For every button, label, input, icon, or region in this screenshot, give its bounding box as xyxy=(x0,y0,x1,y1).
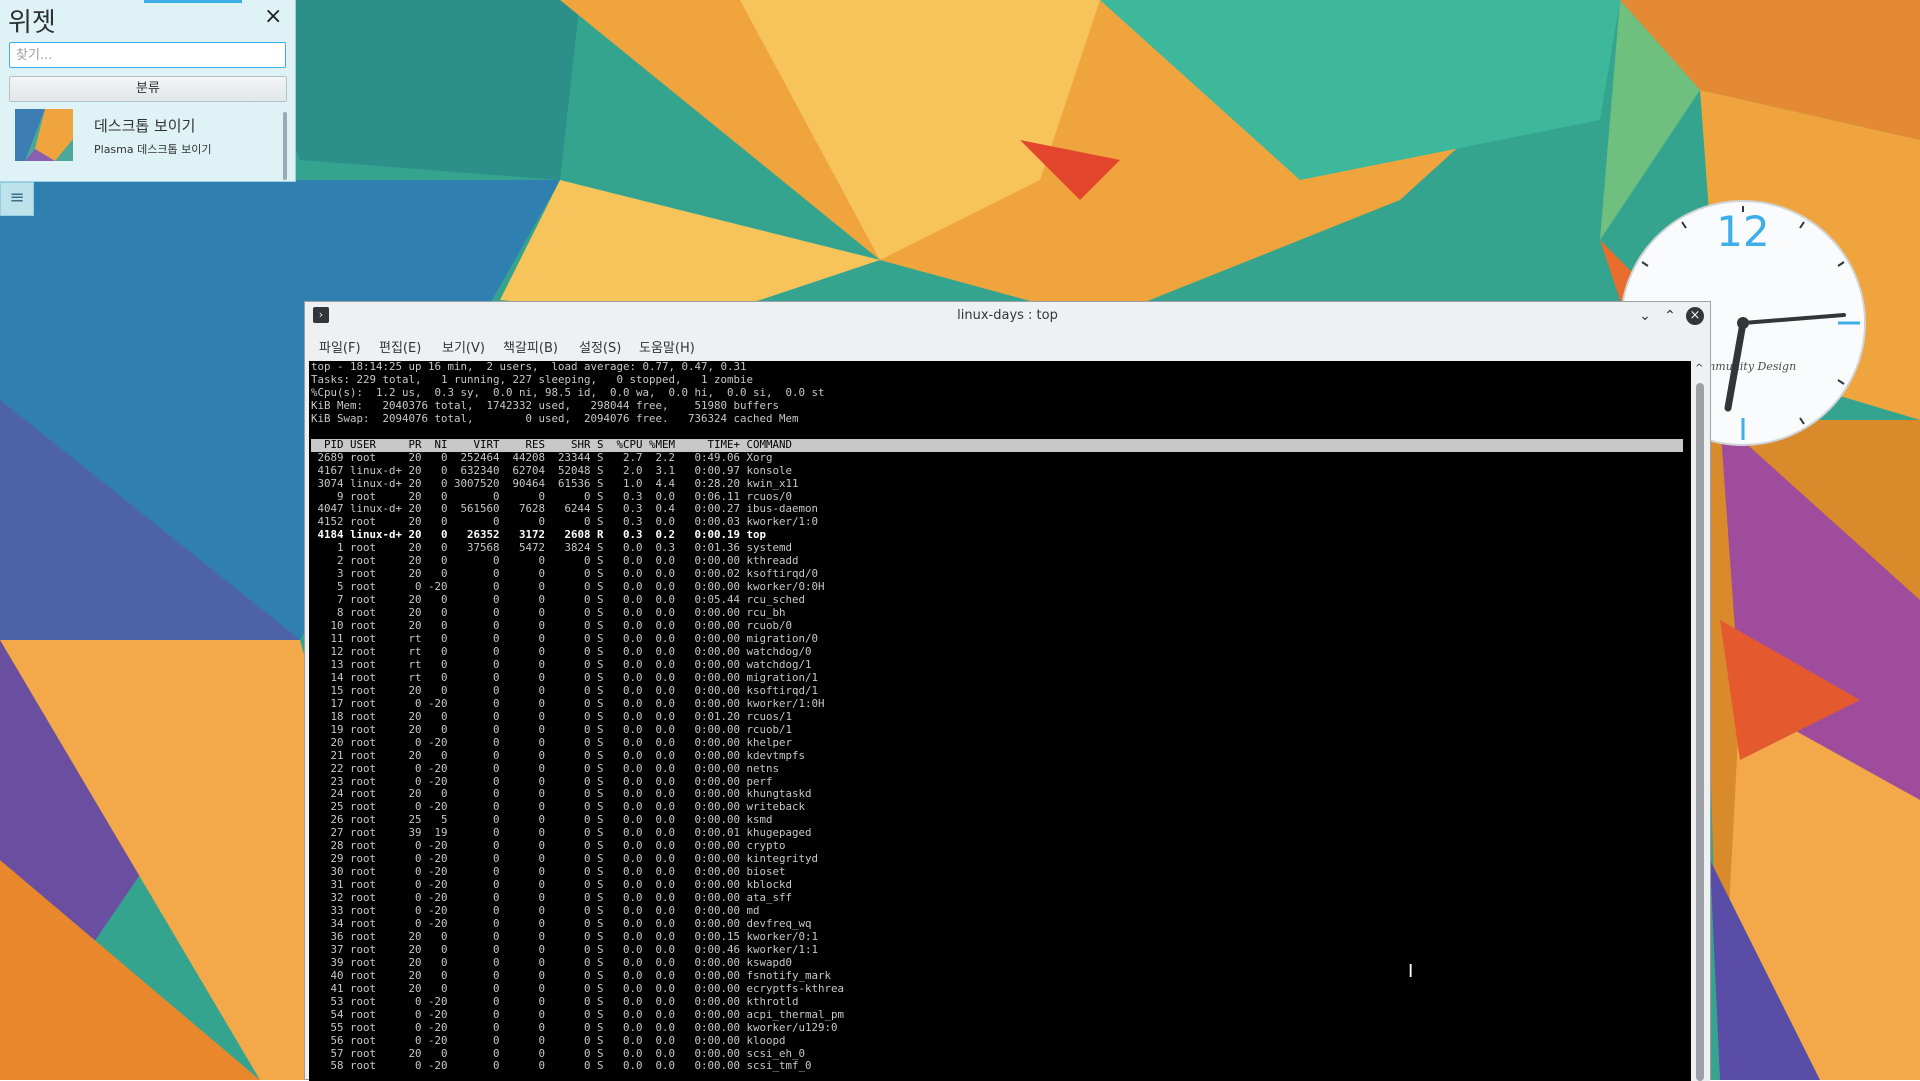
top-summary: top - 18:14:25 up 16 min, 2 users, load … xyxy=(309,361,1691,426)
widget-item-name: 데스크톱 보이기 xyxy=(94,117,196,135)
table-row: 2 root 20 0 0 0 0 S 0.0 0.0 0:00.00 kthr… xyxy=(311,554,799,568)
table-row: 25 root 0 -20 0 0 0 S 0.0 0.0 0:00.00 wr… xyxy=(311,800,806,814)
maximize-icon[interactable]: ⌃ xyxy=(1661,307,1679,325)
summary-line: Tasks: 229 total, 1 running, 227 sleepin… xyxy=(311,372,754,386)
table-row: 33 root 0 -20 0 0 0 S 0.0 0.0 0:00.00 md xyxy=(311,904,760,918)
table-row: 7 root 20 0 0 0 0 S 0.0 0.0 0:05.44 rcu_… xyxy=(311,593,806,607)
panel-accent-strip xyxy=(144,0,242,3)
table-row: 24 root 20 0 0 0 0 S 0.0 0.0 0:00.00 khu… xyxy=(311,787,812,801)
scrollbar-thumb[interactable] xyxy=(1696,383,1704,1081)
table-row: 13 root rt 0 0 0 0 S 0.0 0.0 0:00.00 wat… xyxy=(311,657,812,671)
table-row: 4152 root 20 0 0 0 0 S 0.3 0.0 0:00.03 k… xyxy=(311,515,819,529)
terminal-scrollbar[interactable]: ^ xyxy=(1691,361,1710,1081)
table-row: 4167 linux-d+ 20 0 632340 62704 52048 S … xyxy=(311,463,793,477)
table-row: 55 root 0 -20 0 0 0 S 0.0 0.0 0:00.00 kw… xyxy=(311,1020,838,1034)
window-title: linux-days : top xyxy=(957,308,1058,323)
table-row: 18 root 20 0 0 0 0 S 0.0 0.0 0:01.20 rcu… xyxy=(311,709,793,723)
table-row: 58 root 0 -20 0 0 0 S 0.0 0.0 0:00.00 sc… xyxy=(311,1059,812,1073)
table-row: 27 root 39 19 0 0 0 S 0.0 0.0 0:00.01 kh… xyxy=(311,826,812,840)
table-row: 15 root 20 0 0 0 0 S 0.0 0.0 0:00.00 kso… xyxy=(311,683,819,697)
table-row: 17 root 0 -20 0 0 0 S 0.0 0.0 0:00.00 kw… xyxy=(311,696,825,710)
clock-numeral-12: 12 xyxy=(1716,207,1769,256)
panel-title: 위젯 xyxy=(8,8,56,38)
menu-bar: 파일(F) 편집(E) 보기(V) 책갈피(B) 설정(S) 도움말(H) xyxy=(305,330,1710,360)
table-row: 1 root 20 0 37568 5472 3824 S 0.0 0.3 0:… xyxy=(311,541,793,555)
menu-bookmarks[interactable]: 책갈피(B) xyxy=(503,337,558,356)
table-row: 2689 root 20 0 252464 44208 23344 S 2.7 … xyxy=(311,450,773,464)
scroll-up-icon[interactable]: ^ xyxy=(1695,363,1703,374)
menu-file[interactable]: 파일(F) xyxy=(319,337,361,356)
table-row: 29 root 0 -20 0 0 0 S 0.0 0.0 0:00.00 ki… xyxy=(311,852,819,866)
table-row: 22 root 0 -20 0 0 0 S 0.0 0.0 0:00.00 ne… xyxy=(311,761,780,775)
table-row: 20 root 0 -20 0 0 0 S 0.0 0.0 0:00.00 kh… xyxy=(311,735,793,749)
table-row: 34 root 0 -20 0 0 0 S 0.0 0.0 0:00.00 de… xyxy=(311,916,812,930)
table-row: 37 root 20 0 0 0 0 S 0.0 0.0 0:00.46 kwo… xyxy=(311,942,819,956)
table-row: 23 root 0 -20 0 0 0 S 0.0 0.0 0:00.00 pe… xyxy=(311,774,773,788)
table-row: 31 root 0 -20 0 0 0 S 0.0 0.0 0:00.00 kb… xyxy=(311,878,793,892)
panel-scrollbar[interactable] xyxy=(283,112,287,180)
table-row: 11 root rt 0 0 0 0 S 0.0 0.0 0:00.00 mig… xyxy=(311,632,819,646)
table-row: 36 root 20 0 0 0 0 S 0.0 0.0 0:00.15 kwo… xyxy=(311,929,819,943)
table-row: 5 root 0 -20 0 0 0 S 0.0 0.0 0:00.00 kwo… xyxy=(311,580,825,594)
table-row: 26 root 25 5 0 0 0 S 0.0 0.0 0:00.00 ksm… xyxy=(311,813,773,827)
table-row: 53 root 0 -20 0 0 0 S 0.0 0.0 0:00.00 kt… xyxy=(311,994,799,1008)
table-row: 39 root 20 0 0 0 0 S 0.0 0.0 0:00.00 ksw… xyxy=(311,955,793,969)
table-row: 40 root 20 0 0 0 0 S 0.0 0.0 0:00.00 fsn… xyxy=(311,968,832,982)
menu-edit[interactable]: 편집(E) xyxy=(379,337,421,356)
menu-settings[interactable]: 설정(S) xyxy=(579,337,621,356)
table-row: 19 root 20 0 0 0 0 S 0.0 0.0 0:00.00 rcu… xyxy=(311,722,793,736)
table-row: 41 root 20 0 0 0 0 S 0.0 0.0 0:00.00 ecr… xyxy=(311,981,845,995)
summary-line: %Cpu(s): 1.2 us, 0.3 sy, 0.0 ni, 98.5 id… xyxy=(311,385,825,399)
minimize-icon[interactable]: ⌄ xyxy=(1636,307,1654,325)
text-cursor-icon: I xyxy=(1408,961,1414,982)
table-row: 56 root 0 -20 0 0 0 S 0.0 0.0 0:00.00 kl… xyxy=(311,1033,786,1047)
table-row: 3 root 20 0 0 0 0 S 0.0 0.0 0:00.02 ksof… xyxy=(311,567,819,581)
close-icon[interactable]: × xyxy=(264,6,282,28)
menu-view[interactable]: 보기(V) xyxy=(442,337,485,356)
table-row: 14 root rt 0 0 0 0 S 0.0 0.0 0:00.00 mig… xyxy=(311,670,819,684)
table-row: 12 root rt 0 0 0 0 S 0.0 0.0 0:00.00 wat… xyxy=(311,644,812,658)
widget-search-input[interactable] xyxy=(9,42,286,68)
table-row: 54 root 0 -20 0 0 0 S 0.0 0.0 0:00.00 ac… xyxy=(311,1007,845,1021)
hamburger-menu-icon[interactable]: ≡ xyxy=(0,182,34,216)
window-titlebar[interactable]: › linux-days : top ⌄ ⌃ × xyxy=(305,302,1710,330)
konsole-window: › linux-days : top ⌄ ⌃ × 파일(F) 편집(E) 보기(… xyxy=(304,301,1711,1081)
table-row: 8 root 20 0 0 0 0 S 0.0 0.0 0:00.00 rcu_… xyxy=(311,606,786,620)
close-icon[interactable]: × xyxy=(1686,307,1704,325)
process-table: PID USER PR NI VIRT RES SHR S %CPU %MEM … xyxy=(309,438,1691,1074)
table-row: 4184 linux-d+ 20 0 26352 3172 2608 R 0.3… xyxy=(311,528,767,542)
summary-line: KiB Mem: 2040376 total, 1742332 used, 29… xyxy=(311,398,780,412)
table-row: 3074 linux-d+ 20 0 3007520 90464 61536 S… xyxy=(311,476,799,490)
widget-explorer-panel: 위젯 × 분류 데스크톱 보이기 Plasma 데스크톱 보이기 xyxy=(0,0,296,182)
table-row: 4047 linux-d+ 20 0 561560 7628 6244 S 0.… xyxy=(311,502,819,516)
table-row: 10 root 20 0 0 0 0 S 0.0 0.0 0:00.00 rcu… xyxy=(311,619,793,633)
widget-item-description: Plasma 데스크톱 보이기 xyxy=(94,143,212,156)
widget-item-show-desktop[interactable]: 데스크톱 보이기 Plasma 데스크톱 보이기 xyxy=(9,106,279,168)
desktop-thumbnail-icon xyxy=(15,109,73,161)
table-row: 9 root 20 0 0 0 0 S 0.3 0.0 0:06.11 rcuo… xyxy=(311,489,793,503)
summary-line: top - 18:14:25 up 16 min, 2 users, load … xyxy=(311,361,747,373)
terminal-output[interactable]: top - 18:14:25 up 16 min, 2 users, load … xyxy=(309,361,1691,1081)
table-row: 30 root 0 -20 0 0 0 S 0.0 0.0 0:00.00 bi… xyxy=(311,865,786,879)
category-button[interactable]: 분류 xyxy=(9,76,287,102)
menu-help[interactable]: 도움말(H) xyxy=(639,337,695,356)
summary-line: KiB Swap: 2094076 total, 0 used, 2094076… xyxy=(311,411,799,425)
table-row: 57 root 20 0 0 0 0 S 0.0 0.0 0:00.00 scs… xyxy=(311,1046,806,1060)
table-row: 21 root 20 0 0 0 0 S 0.0 0.0 0:00.00 kde… xyxy=(311,748,806,762)
table-row: 28 root 0 -20 0 0 0 S 0.0 0.0 0:00.00 cr… xyxy=(311,839,786,853)
table-row: 32 root 0 -20 0 0 0 S 0.0 0.0 0:00.00 at… xyxy=(311,891,793,905)
